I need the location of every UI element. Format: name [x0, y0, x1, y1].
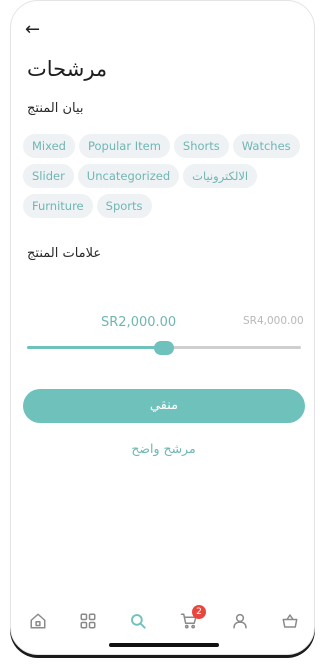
price-min-label: SR2,000.00: [101, 315, 177, 330]
category-chips: Mixed Popular Item Shorts Watches Slider…: [23, 134, 307, 218]
back-button[interactable]: ←: [25, 19, 49, 41]
basket-icon[interactable]: [278, 609, 302, 633]
chip-furniture[interactable]: Furniture: [23, 194, 93, 218]
home-indicator: [109, 643, 219, 647]
cart-badge: 2: [192, 605, 206, 619]
arrow-left-icon: ←: [25, 19, 41, 40]
clear-filter-link[interactable]: مرشح واضح: [11, 441, 314, 456]
chip-popular-item[interactable]: Popular Item: [78, 134, 170, 158]
search-icon[interactable]: [126, 609, 150, 633]
tags-heading: علامات المنتج: [27, 246, 102, 261]
chip-watches[interactable]: Watches: [232, 134, 300, 158]
price-max-label: SR4,000.00: [243, 315, 304, 327]
chip-slider[interactable]: Slider: [23, 164, 74, 188]
phone-frame: ← مرشحات بيان المنتج Mixed Popular Item …: [10, 0, 315, 655]
user-icon[interactable]: [228, 609, 252, 633]
slider-thumb[interactable]: [154, 341, 174, 355]
home-icon[interactable]: [26, 609, 50, 633]
chip-electronics[interactable]: الالكترونيات: [183, 164, 258, 188]
chip-uncategorized[interactable]: Uncategorized: [77, 164, 180, 188]
chip-mixed[interactable]: Mixed: [23, 134, 75, 158]
apply-filter-button[interactable]: منقي: [23, 389, 305, 423]
chip-sports[interactable]: Sports: [96, 194, 152, 218]
chip-shorts[interactable]: Shorts: [173, 134, 229, 158]
slider-track-fill: [27, 346, 164, 349]
price-range-slider[interactable]: [27, 341, 301, 355]
grid-icon[interactable]: [76, 609, 100, 633]
page-title: مرشحات: [27, 57, 108, 81]
bottom-tab-bar: 2: [11, 601, 314, 641]
categories-heading: بيان المنتج: [27, 101, 84, 116]
